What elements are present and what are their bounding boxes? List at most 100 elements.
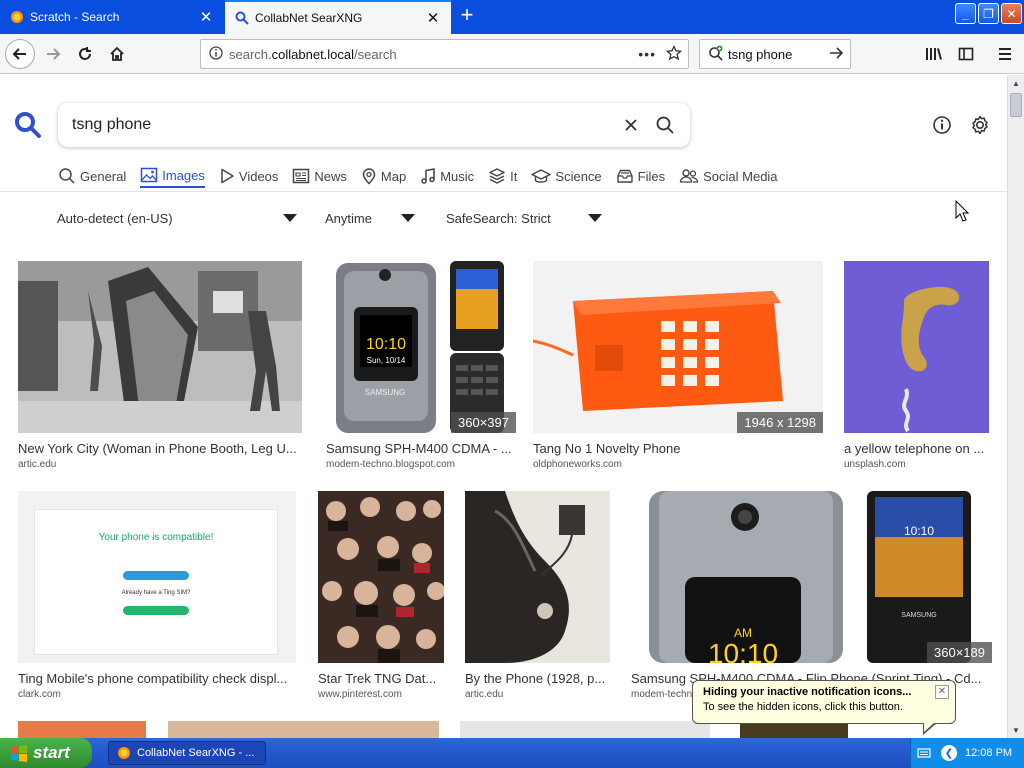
search-icon	[235, 11, 249, 25]
tab-collabnet-searxng[interactable]: CollabNet SearXNG ✕	[225, 0, 451, 34]
result-title[interactable]: New York City (Woman in Phone Booth, Leg…	[18, 441, 302, 456]
image-result[interactable]: Star Trek TNG Dat... www.pinterest.com	[318, 491, 444, 700]
tab-close-icon[interactable]: ✕	[198, 9, 214, 26]
minimize-button[interactable]: _	[955, 3, 976, 24]
result-title[interactable]: Tang No 1 Novelty Phone	[533, 441, 823, 456]
scroll-down-icon[interactable]: ▼	[1008, 722, 1024, 738]
result-thumbnail[interactable]: Your phone is compatible! Already have a…	[18, 491, 296, 663]
hamburger-menu-icon	[999, 48, 1011, 60]
result-thumbnail[interactable]: 10:10 Sun, 10/14 SAMSUNG 360×397	[326, 261, 516, 433]
result-title[interactable]: Ting Mobile's phone compatibility check …	[18, 671, 296, 686]
url-bar[interactable]: search.collabnet.local/search •••	[200, 39, 689, 69]
tab-news[interactable]: News	[292, 164, 347, 188]
image-result[interactable]: New York City (Woman in Phone Booth, Leg…	[18, 261, 302, 470]
search-icon	[656, 116, 674, 134]
image-result[interactable]: Your phone is compatible! Already have a…	[18, 491, 296, 700]
tab-images[interactable]: Images	[140, 164, 205, 188]
clock[interactable]: 12:08 PM	[965, 747, 1012, 759]
result-title[interactable]: Samsung SPH-M400 CDMA - ...	[326, 441, 516, 456]
result-resolution: 1946 x 1298	[737, 412, 823, 433]
close-window-button[interactable]: ✕	[1001, 3, 1022, 24]
image-result[interactable]: 10:10 Sun, 10/14 SAMSUNG 360×397 Samsung…	[326, 261, 516, 470]
taskbar-item-firefox[interactable]: CollabNet SearXNG - ...	[108, 741, 266, 765]
search-icon	[59, 168, 75, 184]
image-result-partial[interactable]	[18, 721, 146, 738]
page-actions-icon[interactable]: •••	[638, 46, 656, 62]
map-pin-icon	[362, 168, 376, 185]
reload-button[interactable]	[70, 39, 100, 69]
image-result[interactable]: a yellow telephone on ... unsplash.com	[844, 261, 989, 470]
result-thumbnail[interactable]	[465, 491, 610, 663]
forward-arrow-icon	[47, 48, 61, 60]
about-button[interactable]	[928, 111, 956, 139]
info-icon[interactable]	[209, 45, 223, 63]
image-result[interactable]: AM 10:10 10:10 SAMSUNG 360×189 Samsung S…	[631, 491, 992, 700]
result-resolution: 360×189	[927, 642, 992, 663]
tab-map[interactable]: Map	[361, 164, 406, 188]
result-title[interactable]: a yellow telephone on ...	[844, 441, 989, 456]
time-range-select[interactable]: Anytime	[325, 207, 415, 229]
scrollbar-thumb[interactable]	[1010, 93, 1022, 117]
bookmark-star-icon[interactable]	[665, 44, 683, 64]
chevron-down-icon	[588, 214, 602, 222]
image-result[interactable]: By the Phone (1928, p... artic.edu	[465, 491, 610, 700]
searxng-logo-icon[interactable]	[14, 111, 42, 142]
forward-button[interactable]	[38, 39, 68, 69]
result-thumbnail[interactable]	[844, 261, 989, 433]
image-result-partial[interactable]	[168, 721, 439, 738]
keyboard-icon[interactable]	[917, 747, 931, 759]
svg-text:SAMSUNG: SAMSUNG	[901, 612, 936, 619]
svg-text:SAMSUNG: SAMSUNG	[365, 388, 405, 397]
search-input[interactable]: tsng phone	[72, 116, 614, 134]
result-title[interactable]: Star Trek TNG Dat...	[318, 671, 444, 686]
chevron-down-icon	[401, 214, 415, 222]
reload-icon	[79, 47, 91, 60]
image-result-partial[interactable]	[460, 721, 710, 738]
safesearch-value: SafeSearch: Strict	[446, 210, 551, 226]
svg-text:10:10: 10:10	[904, 524, 934, 538]
tab-it[interactable]: It	[488, 164, 517, 188]
sidebar-button[interactable]	[951, 39, 981, 69]
page-scrollbar[interactable]: ▲ ▼	[1007, 75, 1024, 738]
preferences-button[interactable]	[966, 111, 994, 139]
notification-title: Hiding your inactive notification icons.…	[703, 686, 912, 698]
clear-search-button[interactable]	[614, 108, 648, 142]
language-select[interactable]: Auto-detect (en-US)	[57, 207, 297, 229]
tab-close-icon[interactable]: ✕	[425, 10, 441, 27]
tab-general[interactable]: General	[58, 164, 126, 188]
tab-label: Images	[162, 167, 205, 183]
go-arrow-icon[interactable]	[828, 45, 844, 64]
menu-button[interactable]	[990, 39, 1020, 69]
tab-social-media[interactable]: Social Media	[679, 164, 778, 188]
result-thumbnail[interactable]	[318, 491, 444, 663]
tab-science[interactable]: Science	[531, 164, 602, 188]
start-button[interactable]: start	[0, 738, 92, 768]
new-tab-button[interactable]: +	[455, 4, 479, 28]
back-button[interactable]	[5, 39, 35, 69]
maximize-button[interactable]: ❐	[978, 3, 999, 24]
balloon-close-icon[interactable]: ✕	[935, 685, 949, 699]
show-hidden-icons-button[interactable]: ❮	[941, 745, 957, 761]
home-button[interactable]	[102, 39, 132, 69]
scroll-up-icon[interactable]: ▲	[1008, 75, 1024, 91]
tab-videos[interactable]: Videos	[219, 164, 278, 188]
notification-balloon[interactable]: Hiding your inactive notification icons.…	[692, 680, 956, 735]
tab-files[interactable]: Files	[616, 164, 665, 188]
browser-search-bar[interactable]: tsng phone	[699, 39, 851, 69]
result-thumbnail[interactable]: 1946 x 1298	[533, 261, 823, 433]
tab-scratch-search[interactable]: Scratch - Search ✕	[0, 0, 224, 34]
tab-label: It	[510, 168, 518, 184]
result-title[interactable]: By the Phone (1928, p...	[465, 671, 610, 686]
result-thumbnail[interactable]: AM 10:10 10:10 SAMSUNG 360×189	[631, 491, 992, 663]
compatibility-button	[123, 571, 189, 580]
submit-search-button[interactable]	[648, 108, 682, 142]
result-source: artic.edu	[465, 689, 504, 700]
info-icon	[933, 116, 951, 134]
result-source: clark.com	[18, 689, 61, 700]
tab-music[interactable]: Music	[420, 164, 474, 188]
safesearch-select[interactable]: SafeSearch: Strict	[446, 207, 602, 229]
chevron-down-icon	[283, 214, 297, 222]
image-result[interactable]: 1946 x 1298 Tang No 1 Novelty Phone oldp…	[533, 261, 823, 470]
result-thumbnail[interactable]	[18, 261, 302, 433]
library-button[interactable]	[919, 39, 949, 69]
